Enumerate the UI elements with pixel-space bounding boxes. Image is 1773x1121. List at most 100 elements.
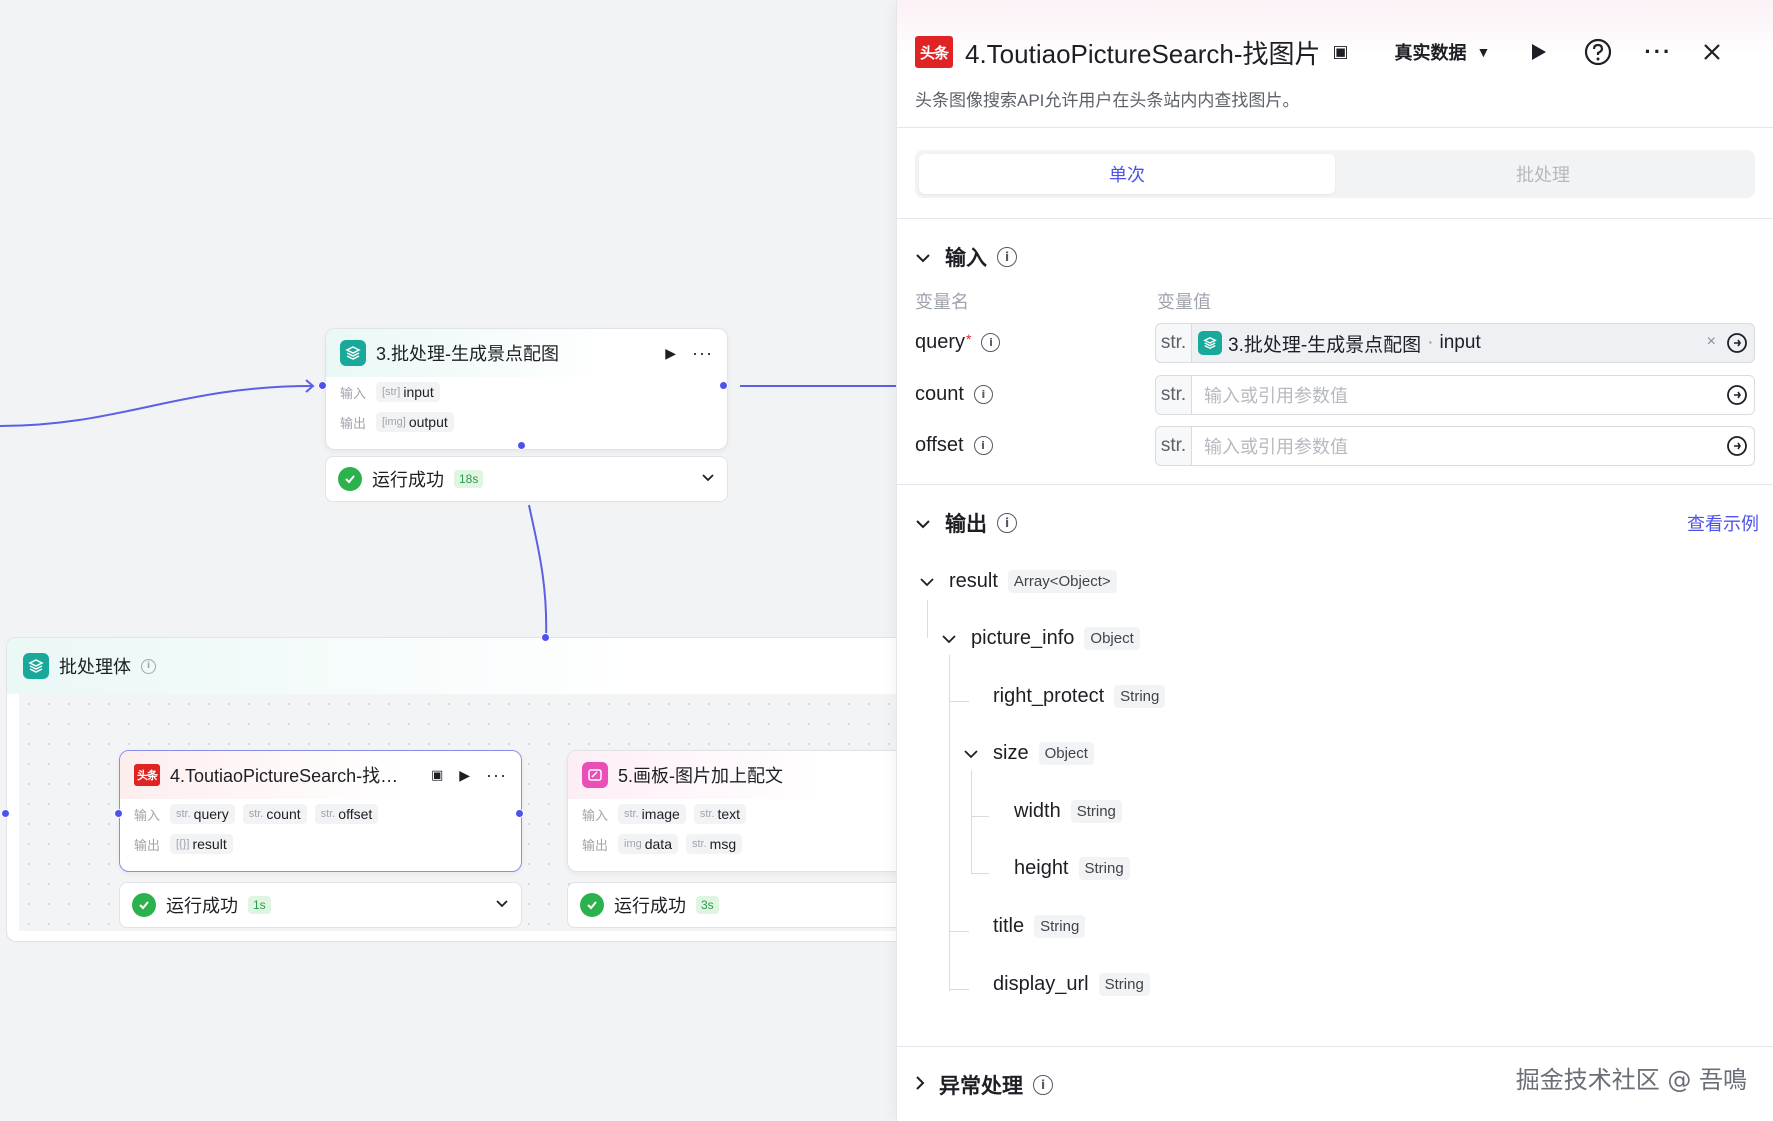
input-param-chip: str. offset — [314, 804, 379, 824]
node-canvas-caption[interactable]: 5.画板-图片加上配文 输入 str. image str. text 输出 img… — [567, 750, 896, 872]
output-field-picture-info[interactable]: picture_info Object — [941, 627, 1140, 650]
input-param-chip: str. text — [693, 804, 747, 824]
variable-picker-icon[interactable] — [1726, 435, 1748, 462]
output-field-size[interactable]: size Object — [963, 742, 1094, 765]
type-tag: str. — [1156, 324, 1192, 362]
query-value-field[interactable]: str. 3.批处理-生成景点配图 · input × — [1155, 323, 1755, 363]
node-run-status[interactable]: 运行成功 1s — [119, 882, 522, 928]
node-header: 头条 4.ToutiaoPictureSearch-找… ▣ ▶ ··· — [120, 751, 521, 799]
field-name: width — [1014, 800, 1061, 822]
info-icon[interactable]: i — [973, 436, 993, 455]
info-icon[interactable]: i — [141, 658, 156, 674]
batch-inner-port[interactable] — [1, 809, 10, 818]
param-name: query * i — [915, 331, 1001, 354]
param-name-text: offset — [915, 434, 964, 456]
output-param-chip: [img] output — [376, 412, 454, 432]
info-icon[interactable]: i — [973, 385, 993, 404]
param-type: [{}] — [176, 838, 190, 850]
output-field-width: width String — [1014, 800, 1122, 823]
node-input-row: 输入 str. image str. text — [568, 799, 896, 829]
more-options-icon[interactable]: ··· — [1644, 39, 1672, 65]
param-name: text — [717, 806, 741, 822]
output-port[interactable] — [515, 809, 524, 818]
status-text: 运行成功 — [166, 896, 238, 916]
input-section-header[interactable]: 输入 i — [915, 242, 1017, 272]
tree-guide-line — [949, 701, 969, 702]
type-tag: str. — [1156, 427, 1192, 465]
input-label: 输入 — [340, 385, 367, 401]
more-options-icon[interactable]: ··· — [692, 343, 713, 364]
input-param-chip: str. count — [242, 804, 307, 824]
param-name: input — [403, 384, 434, 400]
data-mode-select[interactable]: 真实数据 ▼ — [1395, 39, 1491, 65]
count-value-field[interactable]: str. 输入或引用参数值 — [1155, 375, 1755, 415]
chevron-down-icon[interactable] — [915, 245, 931, 269]
output-field-result[interactable]: result Array<Object> — [919, 570, 1117, 593]
node-output-row: 输出 [{}] result — [120, 829, 521, 859]
output-label: 输出 — [340, 415, 367, 431]
param-name: query — [193, 806, 229, 822]
chevron-down-icon[interactable] — [701, 470, 715, 488]
chevron-down-icon[interactable] — [919, 570, 935, 593]
batch-top-port[interactable] — [541, 633, 550, 642]
node-run-status[interactable]: 运行成功 18s — [325, 456, 728, 502]
output-port[interactable] — [719, 381, 728, 390]
info-icon[interactable]: i — [1033, 1075, 1053, 1095]
param-row-count: count i str. 输入或引用参数值 — [915, 375, 1755, 415]
run-node-icon[interactable]: ▶ — [665, 345, 676, 362]
batch-port[interactable] — [517, 441, 526, 450]
input-label: 输入 — [134, 807, 161, 823]
param-type: [str] — [382, 386, 401, 398]
node-batch-generate[interactable]: 3.批处理-生成景点配图 ▶ ··· 输入 [str] input 输出 [img… — [325, 328, 728, 450]
field-name: size — [993, 742, 1029, 764]
close-icon[interactable] — [1702, 42, 1722, 62]
output-param-chip: str. msg — [685, 834, 743, 854]
tab-single[interactable]: 单次 — [919, 154, 1335, 194]
input-param-chip: str. image — [618, 804, 686, 824]
field-type: Array<Object> — [1007, 570, 1117, 593]
node-title: 4.ToutiaoPictureSearch-找… — [170, 766, 399, 786]
input-port[interactable] — [318, 381, 327, 390]
chevron-down-icon[interactable] — [495, 896, 509, 914]
node-toutiao-search[interactable]: 头条 4.ToutiaoPictureSearch-找… ▣ ▶ ··· 输入 … — [119, 750, 522, 872]
field-type: String — [1078, 857, 1130, 880]
reference-chip[interactable]: 3.批处理-生成景点配图 · input — [1198, 330, 1481, 357]
node-run-status[interactable]: 运行成功 3s — [567, 882, 896, 928]
divider — [897, 1046, 1773, 1047]
chevron-down-icon[interactable] — [941, 627, 957, 650]
view-example-link[interactable]: 查看示例 — [1687, 510, 1759, 536]
help-icon[interactable] — [1584, 38, 1612, 66]
more-options-icon[interactable]: ··· — [486, 765, 507, 786]
node-header: 5.画板-图片加上配文 — [568, 751, 896, 799]
run-time-badge: 18s — [454, 470, 484, 488]
clear-icon[interactable]: × — [1707, 333, 1716, 351]
type-tag: str. — [1156, 376, 1192, 414]
tree-guide-line — [971, 770, 972, 874]
chevron-right-icon[interactable] — [915, 1073, 925, 1097]
exception-section-header[interactable]: 异常处理 i — [915, 1070, 1053, 1100]
field-name: title — [993, 915, 1025, 937]
section-title: 输入 — [945, 247, 987, 270]
chevron-down-icon[interactable] — [963, 742, 979, 765]
variable-picker-icon[interactable] — [1726, 384, 1748, 411]
input-port[interactable] — [114, 809, 123, 818]
param-type: str. — [320, 808, 336, 820]
panel-title[interactable]: 4.ToutiaoPictureSearch-找图片 — [965, 34, 1320, 71]
offset-value-field[interactable]: str. 输入或引用参数值 — [1155, 426, 1755, 466]
info-icon[interactable]: i — [997, 247, 1017, 267]
workflow-canvas[interactable]: 3.批处理-生成景点配图 ▶ ··· 输入 [str] input 输出 [img… — [0, 0, 896, 1121]
param-type: str. — [624, 808, 639, 820]
batch-layers-icon — [23, 653, 49, 679]
output-param-chip: [{}] result — [170, 834, 233, 854]
output-section-header[interactable]: 输出 i — [915, 508, 1017, 538]
info-icon[interactable]: i — [997, 513, 1017, 533]
reference-node-name: 3.批处理-生成景点配图 — [1228, 334, 1422, 356]
info-icon[interactable]: i — [981, 333, 1001, 352]
tab-batch[interactable]: 批处理 — [1335, 154, 1751, 194]
chevron-down-icon[interactable] — [915, 511, 931, 535]
run-node-icon[interactable]: ▶ — [459, 767, 470, 784]
success-check-icon — [132, 893, 156, 917]
variable-picker-icon[interactable] — [1726, 332, 1748, 359]
run-icon[interactable] — [1528, 42, 1548, 62]
field-name: picture_info — [971, 627, 1075, 649]
